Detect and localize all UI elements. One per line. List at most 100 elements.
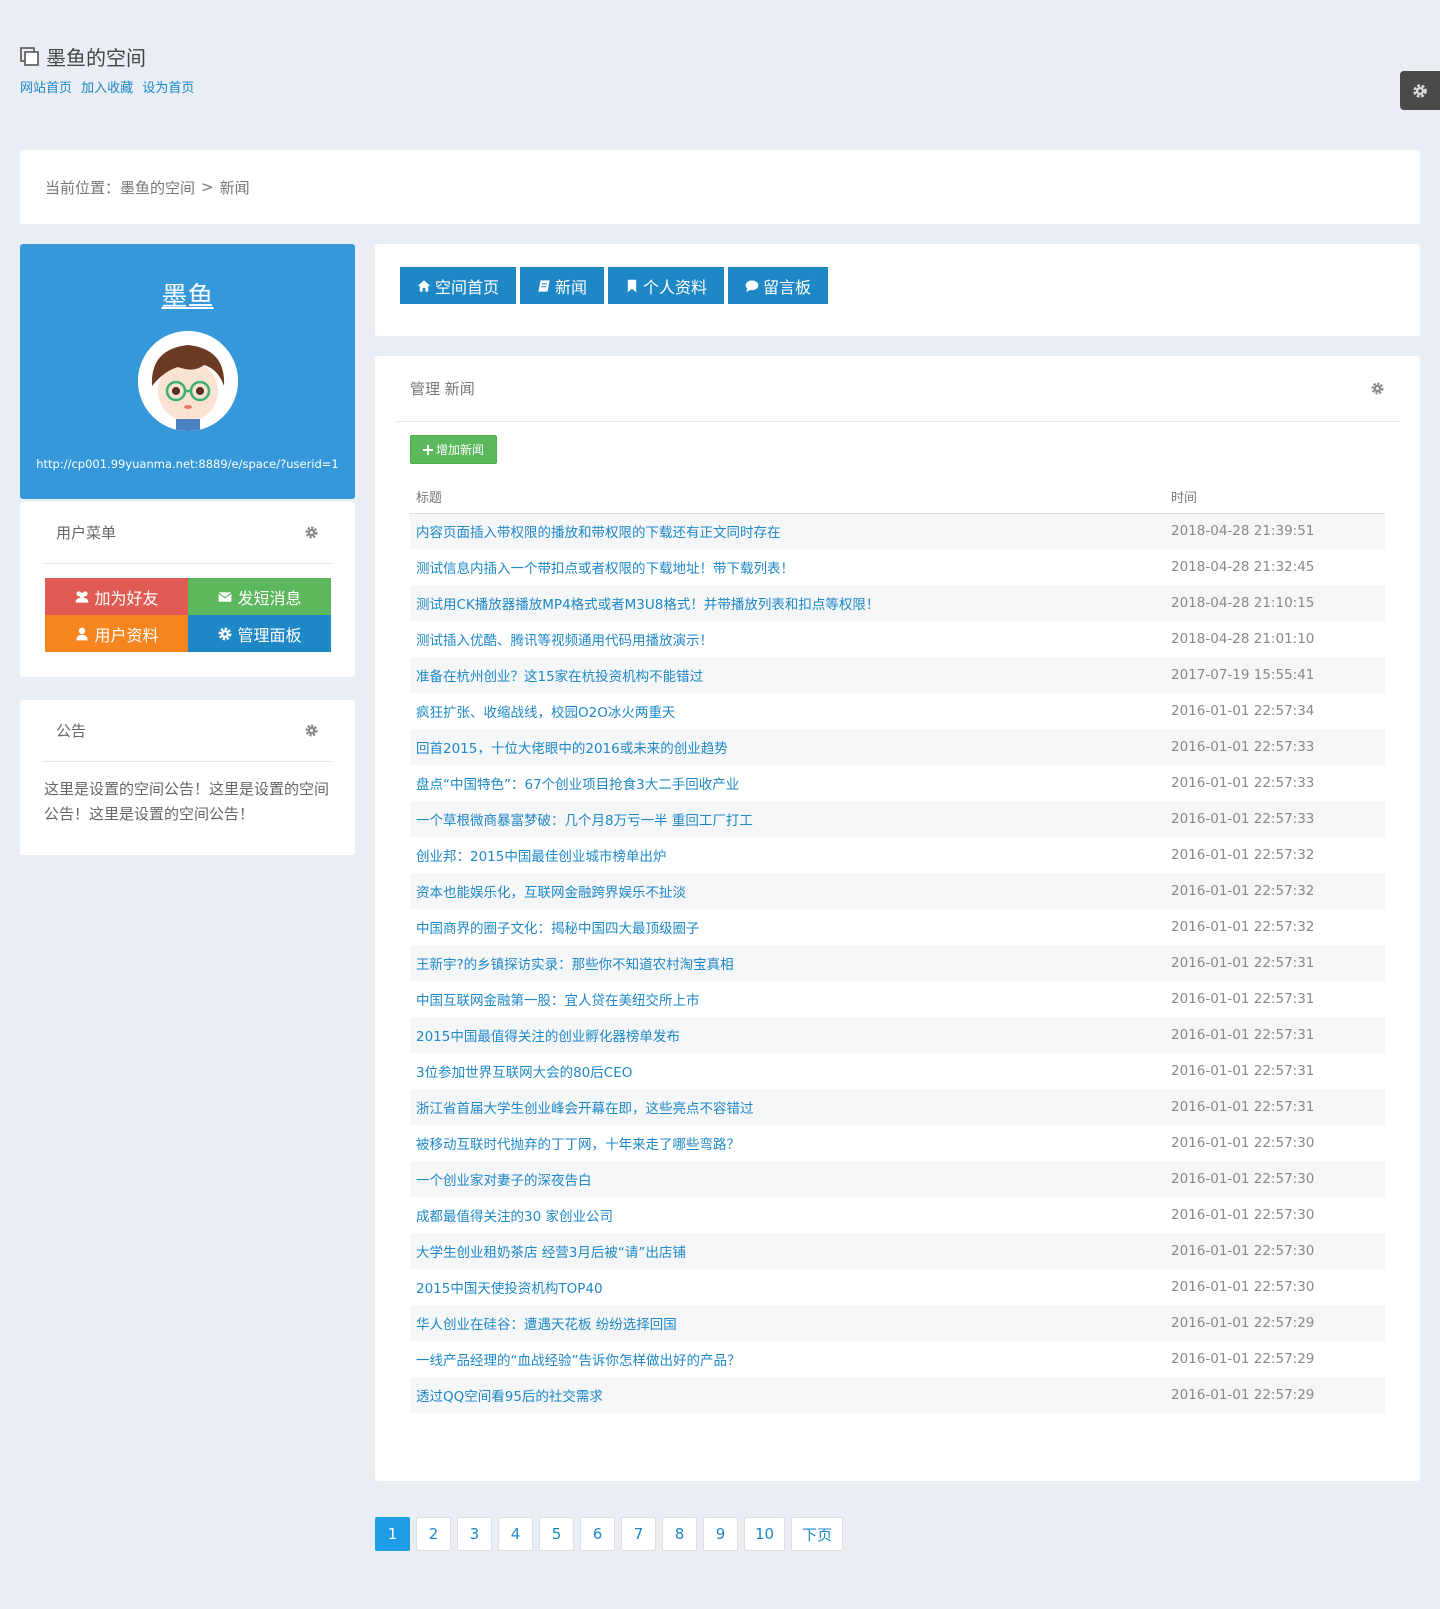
news-time: 2016-01-01 22:57:31 bbox=[1171, 991, 1315, 1007]
news-title-link[interactable]: 3位参加世界互联网大会的80后CEO bbox=[416, 1065, 632, 1081]
news-time: 2016-01-01 22:57:31 bbox=[1165, 1089, 1385, 1125]
news-title-cell: 测试用CK播放器播放MP4格式或者M3U8格式！并带播放列表和扣点等权限！ bbox=[410, 585, 1165, 621]
page-10-button[interactable]: 10 bbox=[744, 1517, 786, 1551]
table-row: 盘点“中国特色”：67个创业项目抢食3大二手回收产业 2016-01-01 22:… bbox=[410, 765, 1385, 801]
news-title-cell: 成都最值得关注的30 家创业公司 bbox=[410, 1197, 1165, 1233]
table-row: 成都最值得关注的30 家创业公司 2016-01-01 22:57:30 bbox=[410, 1197, 1385, 1233]
page-5-button[interactable]: 5 bbox=[539, 1517, 574, 1551]
tab-news[interactable]: 新闻 bbox=[520, 267, 605, 304]
news-time: 2018-04-28 21:32:45 bbox=[1171, 559, 1315, 575]
news-title-link[interactable]: 一个创业家对妻子的深夜告白 bbox=[416, 1173, 592, 1189]
news-title-cell: 透过QQ空间看95后的社交需求 bbox=[410, 1377, 1165, 1413]
news-title-cell: 3位参加世界互联网大会的80后CEO bbox=[410, 1053, 1165, 1089]
news-title-cell: 中国互联网金融第一股：宜人贷在美纽交所上市 bbox=[410, 981, 1165, 1017]
tab-space-home[interactable]: 空间首页 bbox=[400, 267, 517, 304]
news-title-link[interactable]: 2015中国最值得关注的创业孵化器榜单发布 bbox=[416, 1029, 680, 1045]
add-friend-button[interactable]: 加为好友 bbox=[45, 578, 188, 615]
add-news-button[interactable]: 增加新闻 bbox=[410, 435, 498, 464]
news-title-link[interactable]: 资本也能娱乐化，互联网金融跨界娱乐不扯淡 bbox=[416, 885, 686, 901]
add-news-label: 增加新闻 bbox=[436, 443, 485, 457]
page-3-button[interactable]: 3 bbox=[457, 1517, 492, 1551]
gear-icon[interactable] bbox=[1370, 381, 1385, 396]
table-row: 中国商界的圈子文化：揭秘中国四大最顶级圈子 2016-01-01 22:57:32 bbox=[410, 909, 1385, 945]
breadcrumb-space-link[interactable]: 墨鱼的空间 bbox=[120, 177, 195, 198]
table-row: 大学生创业租奶茶店 经营3月后被“请”出店铺 2016-01-01 22:57:3… bbox=[410, 1233, 1385, 1269]
page-1-button[interactable]: 1 bbox=[375, 1517, 410, 1551]
tab-guestbook-label: 留言板 bbox=[763, 277, 812, 297]
admin-panel-button[interactable]: 管理面板 bbox=[188, 615, 331, 652]
page-9-button[interactable]: 9 bbox=[703, 1517, 738, 1551]
profile-url: http://cp001.99yuanma.net:8889/e/space/?… bbox=[36, 457, 339, 471]
set-homepage-link[interactable]: 设为首页 bbox=[142, 81, 194, 96]
news-title-link[interactable]: 测试用CK播放器播放MP4格式或者M3U8格式！并带播放列表和扣点等权限！ bbox=[416, 597, 879, 613]
gear-icon[interactable] bbox=[304, 525, 319, 540]
news-time: 2016-01-01 22:57:30 bbox=[1165, 1161, 1385, 1197]
news-title-cell: 疯狂扩张、收缩战线，校园O2O冰火两重天 bbox=[410, 693, 1165, 729]
home-icon bbox=[417, 279, 431, 292]
tab-personal-info[interactable]: 个人资料 bbox=[608, 267, 725, 304]
news-time: 2016-01-01 22:57:30 bbox=[1171, 1207, 1315, 1223]
news-title-link[interactable]: 透过QQ空间看95后的社交需求 bbox=[416, 1389, 603, 1405]
table-row: 疯狂扩张、收缩战线，校园O2O冰火两重天 2016-01-01 22:57:34 bbox=[410, 693, 1385, 729]
user-menu-title: 用户菜单 bbox=[56, 524, 117, 542]
page-4-button[interactable]: 4 bbox=[498, 1517, 533, 1551]
news-title-link[interactable]: 回首2015，十位大佬眼中的2016或未来的创业趋势 bbox=[416, 741, 728, 757]
column-time: 时间 bbox=[1165, 481, 1385, 514]
news-title-link[interactable]: 一个草根微商暴富梦破：几个月8万亏一半 重回工厂打工 bbox=[416, 813, 753, 829]
news-title-link[interactable]: 中国商界的圈子文化：揭秘中国四大最顶级圈子 bbox=[416, 921, 700, 937]
copy-icon bbox=[20, 46, 39, 66]
settings-toggle[interactable] bbox=[1400, 71, 1440, 110]
news-title-link[interactable]: 浙江省首届大学生创业峰会开幕在即，这些亮点不容错过 bbox=[416, 1101, 754, 1117]
news-title-cell: 王新宇?的乡镇探访实录：那些你不知道农村淘宝真相 bbox=[410, 945, 1165, 981]
user-profile-button[interactable]: 用户资料 bbox=[45, 615, 188, 652]
news-time: 2017-07-19 15:55:41 bbox=[1165, 657, 1385, 693]
news-time: 2016-01-01 22:57:31 bbox=[1165, 1017, 1385, 1053]
page-8-button[interactable]: 8 bbox=[662, 1517, 697, 1551]
news-title-link[interactable]: 中国互联网金融第一股：宜人贷在美纽交所上市 bbox=[416, 993, 700, 1009]
news-time: 2016-01-01 22:57:29 bbox=[1165, 1377, 1385, 1413]
news-time: 2016-01-01 22:57:31 bbox=[1165, 945, 1385, 981]
send-message-button[interactable]: 发短消息 bbox=[188, 578, 331, 615]
news-title-link[interactable]: 一线产品经理的“血战经验”告诉你怎样做出好的产品？ bbox=[416, 1353, 741, 1369]
news-title-link[interactable]: 准备在杭州创业？这15家在杭投资机构不能错过 bbox=[416, 669, 703, 685]
news-table-body: 内容页面插入带权限的播放和带权限的下载还有正文同时存在 2018-04-28 21… bbox=[410, 513, 1385, 1413]
news-title-cell: 被移动互联时代抛弃的丁丁网，十年来走了哪些弯路？ bbox=[410, 1125, 1165, 1161]
table-row: 3位参加世界互联网大会的80后CEO 2016-01-01 22:57:31 bbox=[410, 1053, 1385, 1089]
profile-username[interactable]: 墨鱼 bbox=[161, 276, 213, 313]
news-title-cell: 中国商界的圈子文化：揭秘中国四大最顶级圈子 bbox=[410, 909, 1165, 945]
news-title-cell: 2015中国天使投资机构TOP40 bbox=[410, 1269, 1165, 1305]
news-title-link[interactable]: 疯狂扩张、收缩战线，校园O2O冰火两重天 bbox=[416, 705, 675, 721]
news-title-link[interactable]: 测试信息内插入一个带扣点或者权限的下载地址！带下载列表！ bbox=[416, 561, 794, 577]
home-link[interactable]: 网站首页 bbox=[20, 81, 72, 96]
favorite-link[interactable]: 加入收藏 bbox=[81, 81, 133, 96]
page-7-button[interactable]: 7 bbox=[621, 1517, 656, 1551]
news-title-link[interactable]: 成都最值得关注的30 家创业公司 bbox=[416, 1209, 613, 1225]
news-title-cell: 测试插入优酷、腾讯等视频通用代码用播放演示！ bbox=[410, 621, 1165, 657]
table-row: 测试信息内插入一个带扣点或者权限的下载地址！带下载列表！ 2018-04-28 2… bbox=[410, 549, 1385, 585]
user-menu-buttons: 加为好友 发短消息 用户资料 管理面板 bbox=[45, 578, 331, 652]
news-time: 2018-04-28 21:01:10 bbox=[1171, 631, 1315, 647]
tab-guestbook[interactable]: 留言板 bbox=[728, 267, 829, 304]
news-title-link[interactable]: 被移动互联时代抛弃的丁丁网，十年来走了哪些弯路？ bbox=[416, 1137, 740, 1153]
gear-icon[interactable] bbox=[304, 723, 319, 738]
table-row: 2015中国天使投资机构TOP40 2016-01-01 22:57:30 bbox=[410, 1269, 1385, 1305]
table-row: 被移动互联时代抛弃的丁丁网，十年来走了哪些弯路？ 2016-01-01 22:57… bbox=[410, 1125, 1385, 1161]
news-title-link[interactable]: 王新宇?的乡镇探访实录：那些你不知道农村淘宝真相 bbox=[416, 957, 734, 973]
admin-panel-label: 管理面板 bbox=[237, 625, 302, 645]
news-table: 标题 时间 内容页面插入带权限的播放和带权限的下载还有正文同时存在 2018-04… bbox=[410, 481, 1385, 1413]
news-title-link[interactable]: 华人创业在硅谷：遭遇天花板 纷纷选择回国 bbox=[416, 1317, 677, 1333]
page-6-button[interactable]: 6 bbox=[580, 1517, 615, 1551]
table-row: 一个草根微商暴富梦破：几个月8万亏一半 重回工厂打工 2016-01-01 22:… bbox=[410, 801, 1385, 837]
news-title-link[interactable]: 测试插入优酷、腾讯等视频通用代码用播放演示！ bbox=[416, 633, 713, 649]
news-manage-title: 管理 新闻 bbox=[410, 380, 475, 398]
news-title-link[interactable]: 创业邦：2015中国最佳创业城市榜单出炉 bbox=[416, 849, 666, 865]
next-page-button[interactable]: 下页 bbox=[791, 1517, 844, 1551]
news-title-link[interactable]: 2015中国天使投资机构TOP40 bbox=[416, 1281, 603, 1297]
breadcrumb-current: 新闻 bbox=[219, 178, 250, 197]
news-title-link[interactable]: 盘点“中国特色”：67个创业项目抢食3大二手回收产业 bbox=[416, 777, 739, 793]
table-row: 内容页面插入带权限的播放和带权限的下载还有正文同时存在 2018-04-28 21… bbox=[410, 513, 1385, 549]
news-title-link[interactable]: 大学生创业租奶茶店 经营3月后被“请”出店铺 bbox=[416, 1245, 686, 1261]
tab-news-label: 新闻 bbox=[555, 277, 588, 297]
news-title-link[interactable]: 内容页面插入带权限的播放和带权限的下载还有正文同时存在 bbox=[416, 525, 781, 541]
page-2-button[interactable]: 2 bbox=[416, 1517, 451, 1551]
